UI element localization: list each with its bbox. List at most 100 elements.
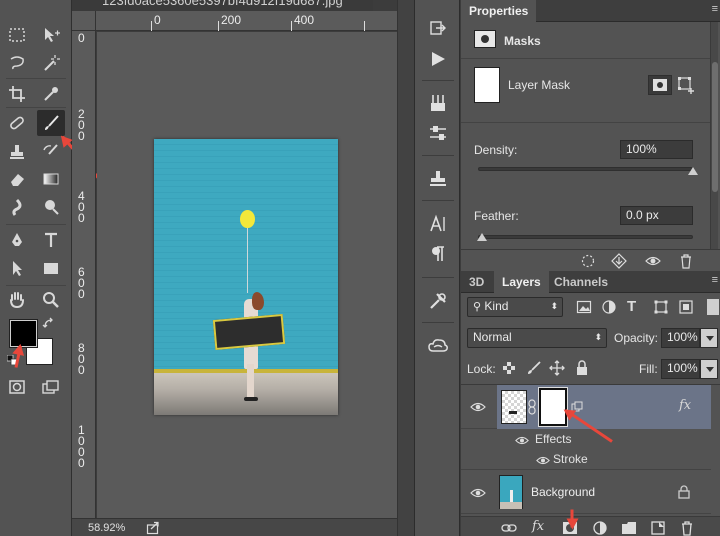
blend-mode-select[interactable]: Normal ⬍ [467, 328, 607, 348]
effects-row[interactable]: Effects [497, 429, 711, 449]
filter-pixel-icon[interactable] [576, 299, 592, 315]
document-tab[interactable]: 123fd0ace5360e5397bf4d912f19d687.jpg [72, 0, 373, 11]
magic-wand-icon[interactable] [37, 50, 65, 76]
feather-field[interactable]: 0.0 px [620, 206, 693, 225]
delete-layer-icon[interactable] [679, 520, 695, 536]
masks-title: Masks [504, 34, 541, 48]
filter-shape-icon[interactable] [653, 299, 669, 315]
history-icon[interactable] [427, 18, 449, 40]
visibility-eye-icon[interactable] [645, 253, 661, 269]
document-image[interactable] [154, 139, 338, 415]
crop-icon[interactable] [3, 81, 31, 107]
lock-position-icon[interactable] [549, 360, 565, 376]
zoom-icon[interactable] [37, 287, 65, 313]
panel-dock [414, 0, 460, 536]
layer-mask-label: Layer Mask [508, 78, 571, 92]
opacity-dropdown-icon[interactable] [700, 328, 718, 348]
eyedropper-icon[interactable] [37, 81, 65, 107]
ruler-label: 0 [78, 31, 85, 45]
lock-all-icon[interactable] [574, 360, 590, 376]
background-layer-thumbnail[interactable] [499, 475, 523, 509]
filter-smart-object-icon[interactable] [678, 299, 694, 315]
stroke-effect-row[interactable]: Stroke [497, 449, 711, 469]
visibility-eye-icon[interactable] [470, 487, 486, 501]
panel-menu-icon[interactable]: ≡ [712, 3, 718, 15]
load-selection-icon[interactable] [580, 253, 596, 269]
layer-row[interactable]: Background [461, 470, 711, 514]
adjustments-icon[interactable] [427, 122, 449, 144]
balloon-string [247, 228, 248, 293]
lock-pixels-icon[interactable] [527, 361, 543, 377]
filter-kind-select[interactable]: ⚲ Kind ⬍ [467, 297, 563, 317]
add-layer-style-icon[interactable]: fx [532, 519, 548, 535]
screen-mode-icon[interactable] [37, 374, 65, 400]
effects-visibility-eye-icon[interactable] [515, 434, 529, 448]
move-icon[interactable] [37, 22, 65, 48]
fx-badge[interactable]: fx [679, 398, 691, 413]
select-pixel-mask-button[interactable] [648, 75, 672, 95]
stroke-visibility-eye-icon[interactable] [536, 454, 550, 468]
quick-mask-icon[interactable] [3, 374, 31, 400]
layer-mask-thumbnail[interactable] [474, 67, 500, 103]
layers-tabbar: 3D Layers Channels ≡ [461, 271, 720, 293]
add-vector-mask-button[interactable] [676, 75, 700, 95]
healing-brush-icon[interactable] [3, 110, 31, 136]
properties-scrollbar[interactable] [710, 22, 718, 249]
panel-menu-icon[interactable]: ≡ [712, 274, 718, 286]
tab-channels[interactable]: Channels [546, 271, 616, 293]
new-adjustment-layer-icon[interactable] [592, 520, 608, 536]
export-icon[interactable] [146, 521, 160, 535]
tool-presets-icon[interactable] [427, 290, 449, 312]
layer-mask-thumbnail[interactable] [538, 387, 568, 427]
path-selection-icon[interactable] [3, 255, 31, 281]
delete-mask-icon[interactable] [678, 253, 694, 269]
density-field[interactable]: 100% [620, 140, 693, 159]
zoom-level[interactable]: 58.92% [88, 522, 125, 534]
visibility-eye-icon[interactable] [470, 401, 486, 415]
photoshop-window: 123fd0ace5360e5397bf4d912f19d687.jpg 0 2… [0, 0, 720, 536]
filter-toggle[interactable] [707, 299, 719, 315]
brush-icon[interactable] [37, 110, 65, 136]
pen-icon[interactable] [3, 227, 31, 253]
tab-layers[interactable]: Layers [494, 271, 549, 293]
ruler-label: 200 [221, 13, 242, 27]
feather-slider-thumb[interactable] [477, 233, 487, 241]
layer-link-icon[interactable] [528, 399, 536, 418]
clone-source-icon[interactable] [427, 168, 449, 190]
new-group-icon[interactable] [621, 520, 637, 536]
density-slider[interactable] [478, 167, 693, 171]
hand-icon[interactable] [3, 287, 31, 313]
dodge-icon[interactable] [37, 194, 65, 220]
filter-type-icon[interactable]: T [627, 298, 643, 315]
lock-transparent-icon[interactable] [502, 361, 518, 377]
apply-mask-icon[interactable] [611, 253, 627, 269]
density-slider-thumb[interactable] [688, 167, 698, 175]
link-layers-icon[interactable] [501, 520, 517, 536]
eraser-icon[interactable] [3, 166, 31, 192]
lasso-icon[interactable] [3, 50, 31, 76]
brushes-icon[interactable] [427, 92, 449, 114]
feather-slider[interactable] [478, 235, 693, 239]
filter-adjustment-icon[interactable] [601, 299, 617, 315]
swap-colors-icon[interactable] [42, 317, 56, 331]
blur-icon[interactable] [3, 194, 31, 220]
character-icon[interactable] [427, 213, 449, 235]
rectangle-icon[interactable] [37, 255, 65, 281]
type-icon[interactable] [37, 227, 65, 253]
lock-icon [678, 485, 690, 502]
opacity-field[interactable]: 100% [661, 328, 700, 348]
gradient-icon[interactable] [37, 166, 65, 192]
marquee-icon[interactable] [3, 22, 31, 48]
tab-3d[interactable]: 3D [461, 271, 492, 293]
new-layer-icon[interactable] [650, 520, 666, 536]
clone-stamp-icon[interactable] [3, 139, 31, 165]
fill-dropdown-icon[interactable] [700, 359, 718, 379]
paragraph-icon[interactable] [427, 243, 449, 265]
libraries-icon[interactable] [427, 335, 449, 357]
fill-field[interactable]: 100% [661, 359, 700, 379]
actions-icon[interactable] [427, 48, 449, 70]
layer-thumbnail[interactable] [501, 390, 527, 424]
tab-properties[interactable]: Properties [461, 0, 537, 22]
layer-name[interactable]: Background [531, 485, 595, 499]
properties-scroll-thumb[interactable] [712, 62, 718, 192]
